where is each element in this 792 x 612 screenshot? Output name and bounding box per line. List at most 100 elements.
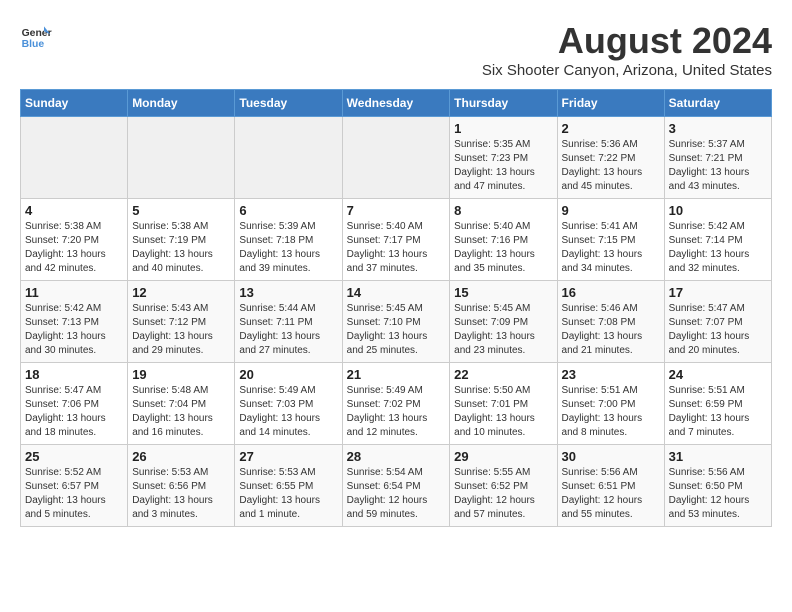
title-block: August 2024 Six Shooter Canyon, Arizona,… — [482, 20, 772, 79]
calendar-cell: 7 Sunrise: 5:40 AM Sunset: 7:17 PM Daylig… — [342, 199, 450, 281]
day-number: 26 — [132, 449, 230, 464]
calendar-cell: 14 Sunrise: 5:45 AM Sunset: 7:10 PM Dayli… — [342, 281, 450, 363]
calendar-cell: 20Sunrise: 5:49 AM Sunset: 7:03 PM Dayli… — [235, 363, 342, 445]
calendar-cell: 24 Sunrise: 5:51 AM Sunset: 6:59 PM Dayli… — [664, 363, 771, 445]
day-number: 16 — [562, 285, 660, 300]
day-info: Sunrise: 5:43 AM Sunset: 7:12 PM Dayligh… — [132, 302, 230, 358]
calendar-cell: 19 Sunrise: 5:48 AM Sunset: 7:04 PM Dayli… — [128, 363, 235, 445]
calendar-cell: 29 Sunrise: 5:55 AM Sunset: 6:52 PM Dayli… — [450, 445, 557, 527]
day-info: Sunrise: 5:42 AM Sunset: 7:13 PM Dayligh… — [25, 302, 123, 358]
weekday-header: Thursday — [450, 90, 557, 117]
weekday-header: Monday — [128, 90, 235, 117]
day-info: Sunrise: 5:52 AM Sunset: 6:57 PM Dayligh… — [25, 466, 123, 522]
calendar-week-row: 25 Sunrise: 5:52 AM Sunset: 6:57 PM Dayli… — [21, 445, 772, 527]
calendar-week-row: 4Sunrise: 5:38 AM Sunset: 7:20 PM Daylig… — [21, 199, 772, 281]
calendar-cell: 10Sunrise: 5:42 AM Sunset: 7:14 PM Dayli… — [664, 199, 771, 281]
day-info: Sunrise: 5:48 AM Sunset: 7:04 PM Dayligh… — [132, 384, 230, 440]
day-info: Sunrise: 5:56 AM Sunset: 6:51 PM Dayligh… — [562, 466, 660, 522]
calendar-cell: 30 Sunrise: 5:56 AM Sunset: 6:51 PM Dayli… — [557, 445, 664, 527]
logo: General Blue — [20, 20, 52, 52]
calendar-cell: 31 Sunrise: 5:56 AM Sunset: 6:50 PM Dayli… — [664, 445, 771, 527]
calendar-cell — [342, 117, 450, 199]
calendar-cell: 16 Sunrise: 5:46 AM Sunset: 7:08 PM Dayli… — [557, 281, 664, 363]
calendar-cell: 12 Sunrise: 5:43 AM Sunset: 7:12 PM Dayli… — [128, 281, 235, 363]
calendar-cell: 25 Sunrise: 5:52 AM Sunset: 6:57 PM Dayli… — [21, 445, 128, 527]
day-number: 7 — [347, 203, 446, 218]
day-number: 20 — [239, 367, 337, 382]
month-year-title: August 2024 — [482, 20, 772, 62]
day-number: 12 — [132, 285, 230, 300]
day-info: Sunrise: 5:55 AM Sunset: 6:52 PM Dayligh… — [454, 466, 552, 522]
day-info: Sunrise: 5:40 AM Sunset: 7:17 PM Dayligh… — [347, 220, 446, 276]
weekday-header-row: SundayMondayTuesdayWednesdayThursdayFrid… — [21, 90, 772, 117]
day-info: Sunrise: 5:51 AM Sunset: 6:59 PM Dayligh… — [669, 384, 767, 440]
day-info: Sunrise: 5:45 AM Sunset: 7:09 PM Dayligh… — [454, 302, 552, 358]
page-header: General Blue August 2024 Six Shooter Can… — [20, 20, 772, 79]
day-info: Sunrise: 5:46 AM Sunset: 7:08 PM Dayligh… — [562, 302, 660, 358]
day-info: Sunrise: 5:50 AM Sunset: 7:01 PM Dayligh… — [454, 384, 552, 440]
day-info: Sunrise: 5:44 AM Sunset: 7:11 PM Dayligh… — [239, 302, 337, 358]
day-info: Sunrise: 5:41 AM Sunset: 7:15 PM Dayligh… — [562, 220, 660, 276]
day-number: 24 — [669, 367, 767, 382]
calendar-cell: 9 Sunrise: 5:41 AM Sunset: 7:15 PM Daylig… — [557, 199, 664, 281]
calendar-cell: 4Sunrise: 5:38 AM Sunset: 7:20 PM Daylig… — [21, 199, 128, 281]
day-info: Sunrise: 5:38 AM Sunset: 7:19 PM Dayligh… — [132, 220, 230, 276]
calendar-cell — [235, 117, 342, 199]
day-number: 25 — [25, 449, 123, 464]
calendar-cell: 1 Sunrise: 5:35 AM Sunset: 7:23 PM Daylig… — [450, 117, 557, 199]
calendar-cell: 15 Sunrise: 5:45 AM Sunset: 7:09 PM Dayli… — [450, 281, 557, 363]
calendar-cell: 26 Sunrise: 5:53 AM Sunset: 6:56 PM Dayli… — [128, 445, 235, 527]
weekday-header: Saturday — [664, 90, 771, 117]
calendar-cell — [128, 117, 235, 199]
day-number: 17 — [669, 285, 767, 300]
day-number: 19 — [132, 367, 230, 382]
calendar-table: SundayMondayTuesdayWednesdayThursdayFrid… — [20, 89, 772, 527]
location-subtitle: Six Shooter Canyon, Arizona, United Stat… — [482, 62, 772, 79]
day-info: Sunrise: 5:53 AM Sunset: 6:56 PM Dayligh… — [132, 466, 230, 522]
calendar-cell: 22 Sunrise: 5:50 AM Sunset: 7:01 PM Dayli… — [450, 363, 557, 445]
calendar-cell: 11 Sunrise: 5:42 AM Sunset: 7:13 PM Dayli… — [21, 281, 128, 363]
day-number: 1 — [454, 121, 552, 136]
weekday-header: Friday — [557, 90, 664, 117]
day-number: 22 — [454, 367, 552, 382]
calendar-cell: 17 Sunrise: 5:47 AM Sunset: 7:07 PM Dayli… — [664, 281, 771, 363]
day-info: Sunrise: 5:39 AM Sunset: 7:18 PM Dayligh… — [239, 220, 337, 276]
day-info: Sunrise: 5:51 AM Sunset: 7:00 PM Dayligh… — [562, 384, 660, 440]
day-number: 13 — [239, 285, 337, 300]
day-number: 27 — [239, 449, 337, 464]
calendar-cell: 5Sunrise: 5:38 AM Sunset: 7:19 PM Daylig… — [128, 199, 235, 281]
day-info: Sunrise: 5:45 AM Sunset: 7:10 PM Dayligh… — [347, 302, 446, 358]
calendar-cell: 27Sunrise: 5:53 AM Sunset: 6:55 PM Dayli… — [235, 445, 342, 527]
calendar-cell: 13 Sunrise: 5:44 AM Sunset: 7:11 PM Dayli… — [235, 281, 342, 363]
logo-icon: General Blue — [20, 20, 52, 52]
day-info: Sunrise: 5:47 AM Sunset: 7:07 PM Dayligh… — [669, 302, 767, 358]
calendar-cell: 6 Sunrise: 5:39 AM Sunset: 7:18 PM Daylig… — [235, 199, 342, 281]
day-number: 23 — [562, 367, 660, 382]
calendar-cell: 21Sunrise: 5:49 AM Sunset: 7:02 PM Dayli… — [342, 363, 450, 445]
calendar-cell — [21, 117, 128, 199]
day-info: Sunrise: 5:56 AM Sunset: 6:50 PM Dayligh… — [669, 466, 767, 522]
weekday-header: Wednesday — [342, 90, 450, 117]
calendar-week-row: 11 Sunrise: 5:42 AM Sunset: 7:13 PM Dayli… — [21, 281, 772, 363]
day-number: 8 — [454, 203, 552, 218]
day-number: 11 — [25, 285, 123, 300]
day-number: 9 — [562, 203, 660, 218]
day-info: Sunrise: 5:35 AM Sunset: 7:23 PM Dayligh… — [454, 138, 552, 194]
day-info: Sunrise: 5:37 AM Sunset: 7:21 PM Dayligh… — [669, 138, 767, 194]
day-number: 6 — [239, 203, 337, 218]
day-number: 2 — [562, 121, 660, 136]
svg-text:General: General — [22, 28, 52, 39]
calendar-cell: 28Sunrise: 5:54 AM Sunset: 6:54 PM Dayli… — [342, 445, 450, 527]
day-number: 29 — [454, 449, 552, 464]
day-number: 14 — [347, 285, 446, 300]
day-number: 15 — [454, 285, 552, 300]
day-number: 28 — [347, 449, 446, 464]
day-number: 21 — [347, 367, 446, 382]
svg-text:Blue: Blue — [22, 39, 45, 50]
day-number: 31 — [669, 449, 767, 464]
weekday-header: Tuesday — [235, 90, 342, 117]
calendar-cell: 2Sunrise: 5:36 AM Sunset: 7:22 PM Daylig… — [557, 117, 664, 199]
weekday-header: Sunday — [21, 90, 128, 117]
day-number: 30 — [562, 449, 660, 464]
calendar-week-row: 1 Sunrise: 5:35 AM Sunset: 7:23 PM Daylig… — [21, 117, 772, 199]
